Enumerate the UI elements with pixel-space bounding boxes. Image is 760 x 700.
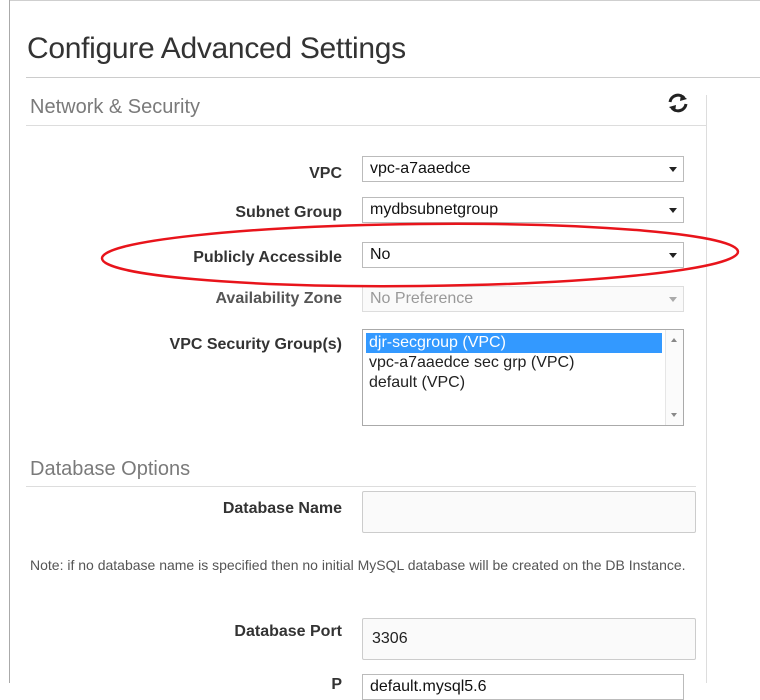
frame-left-border [9, 0, 10, 683]
database-port-input[interactable]: 3306 [362, 618, 696, 660]
availability-zone-select: No Preference [362, 286, 684, 312]
panel-right-border [706, 95, 707, 683]
vpc-select-value: vpc-a7aaedce [370, 160, 471, 177]
page-title: Configure Advanced Settings [27, 32, 406, 65]
section-heading-database-options: Database Options [30, 458, 191, 480]
chevron-down-icon [669, 297, 677, 302]
refresh-icon[interactable] [665, 90, 691, 116]
chevron-down-icon [669, 167, 677, 172]
availability-zone-select-value: No Preference [370, 290, 474, 307]
listbox-option[interactable]: vpc-a7aaedce sec grp (VPC) [366, 353, 662, 373]
subnet-group-select-value: mydbsubnetgroup [370, 201, 499, 218]
subnet-group-label: Subnet Group [235, 204, 342, 221]
chevron-down-icon [669, 208, 677, 213]
partial-select-value: default.mysql5.6 [370, 678, 487, 695]
vpc-select[interactable]: vpc-a7aaedce [362, 156, 684, 182]
publicly-accessible-select-value: No [370, 246, 391, 263]
title-divider [26, 77, 760, 78]
section-divider [26, 125, 706, 126]
publicly-accessible-label: Publicly Accessible [193, 249, 342, 266]
subnet-group-select[interactable]: mydbsubnetgroup [362, 197, 684, 223]
partial-select[interactable]: default.mysql5.6 [362, 674, 684, 700]
vpc-label: VPC [309, 165, 342, 182]
database-name-label: Database Name [222, 500, 342, 517]
chevron-down-icon [669, 253, 677, 258]
security-groups-listbox[interactable]: djr-secgroup (VPC) vpc-a7aaedce sec grp … [362, 329, 684, 426]
listbox-option[interactable]: djr-secgroup (VPC) [366, 333, 662, 353]
database-name-note: Note: if no database name is specified t… [30, 557, 686, 573]
listbox-scrollbar[interactable] [665, 330, 683, 425]
publicly-accessible-select[interactable]: No [362, 242, 684, 268]
database-name-input[interactable] [362, 491, 696, 533]
availability-zone-label: Availability Zone [215, 290, 342, 307]
partial-field-label: P [331, 676, 342, 693]
security-groups-label: VPC Security Group(s) [169, 336, 342, 353]
scroll-down-icon[interactable] [671, 413, 677, 417]
database-port-label: Database Port [234, 623, 342, 640]
section-heading-network-security: Network & Security [30, 96, 201, 118]
listbox-option[interactable]: default (VPC) [366, 373, 662, 393]
frame-top-border [9, 0, 760, 1]
scroll-up-icon[interactable] [671, 338, 677, 342]
section-divider [26, 486, 696, 487]
